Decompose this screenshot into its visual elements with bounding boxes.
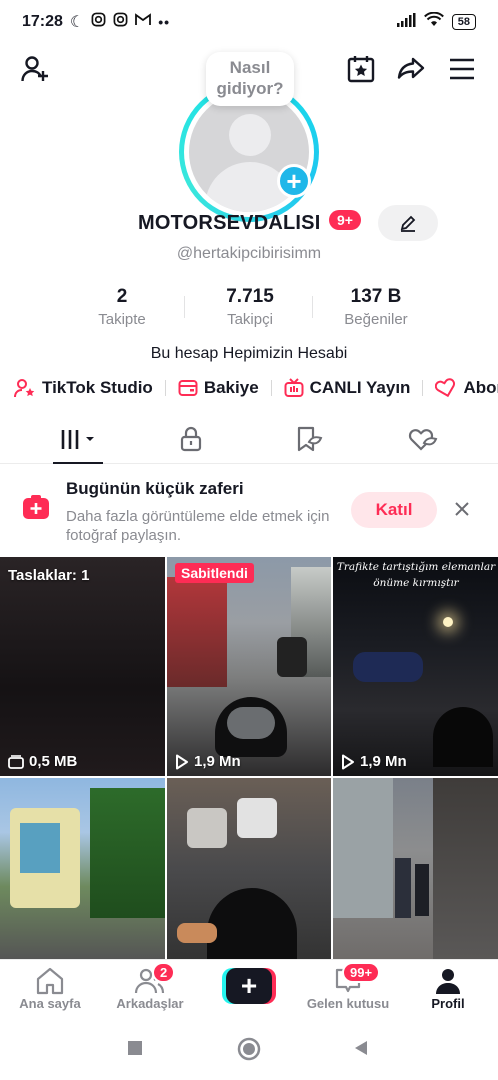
plus-icon: + xyxy=(226,968,272,1004)
system-navigation xyxy=(0,1021,498,1080)
profile-bio: Bu hesap Hepimizin Hesabi xyxy=(150,345,348,362)
pinned-video-tile[interactable]: Sabitlendi 1,9 Mn xyxy=(167,557,331,776)
nav-friends-label: Arkadaşlar xyxy=(116,996,184,1011)
back-button[interactable] xyxy=(352,1039,370,1062)
calendar-star-icon[interactable] xyxy=(344,52,378,86)
status-bar: 17:28 ☾ •• 58 xyxy=(0,0,498,44)
video-tile[interactable] xyxy=(333,778,498,959)
nav-home[interactable]: Ana sayfa xyxy=(0,966,100,1011)
circle-icon xyxy=(237,1037,261,1061)
followers-stat[interactable]: 7.715 Takipçi xyxy=(190,286,310,328)
close-icon[interactable] xyxy=(452,499,472,519)
inbox-badge: 99+ xyxy=(342,962,381,983)
live-label: CANLI Yayın xyxy=(309,378,411,397)
live-tv-icon xyxy=(284,378,304,397)
nav-friends[interactable]: 2 Arkadaşlar xyxy=(100,962,200,1011)
triangle-back-icon xyxy=(355,1041,367,1055)
liked-heart-icon xyxy=(408,429,438,451)
drafts-size: 0,5 MB xyxy=(8,753,77,770)
signal-icon xyxy=(396,12,416,32)
nav-inbox-label: Gelen kutusu xyxy=(306,996,390,1011)
share-arrow-icon[interactable] xyxy=(394,52,428,86)
video-grid: Taslaklar: 1 0,5 MB Sabitlendi 1,9 Mn Tr… xyxy=(0,557,498,959)
add-story-icon[interactable]: + xyxy=(277,164,311,198)
tab-saved[interactable] xyxy=(284,424,334,454)
add-friend-icon[interactable] xyxy=(18,52,52,86)
videos-grid-icon xyxy=(61,430,94,449)
nav-profile[interactable]: Profil xyxy=(398,966,498,1011)
subscription-label: Abon xyxy=(463,378,498,397)
home-button[interactable] xyxy=(237,1037,261,1066)
person-star-icon xyxy=(14,379,35,398)
pencil-icon xyxy=(400,215,416,232)
following-count: 2 xyxy=(116,286,128,307)
active-tab-indicator xyxy=(53,462,103,464)
profile-icon xyxy=(436,969,460,994)
create-button[interactable]: + xyxy=(222,968,276,1004)
tiktok-studio-link[interactable]: TikTok Studio xyxy=(14,378,153,398)
instagram-icon-2 xyxy=(113,12,128,32)
balance-link[interactable]: Bakiye xyxy=(178,378,259,398)
subscription-heart-icon xyxy=(435,378,456,398)
video-tile[interactable] xyxy=(0,778,165,959)
nav-home-label: Ana sayfa xyxy=(19,996,81,1011)
moon-icon: ☾ xyxy=(69,14,85,31)
balance-label: Bakiye xyxy=(203,378,259,397)
battery-indicator: 58 xyxy=(451,14,476,30)
following-label: Takipte xyxy=(98,311,146,328)
recents-button[interactable] xyxy=(126,1039,144,1062)
followers-label: Takipçi xyxy=(227,311,273,328)
clock: 17:28 xyxy=(22,13,63,30)
tab-liked[interactable] xyxy=(398,424,448,454)
profile-links-row: TikTok Studio Bakiye CANLI Yayın Abon xyxy=(14,376,498,400)
tab-videos[interactable] xyxy=(53,424,103,454)
home-icon xyxy=(36,967,64,995)
followers-count: 7.715 xyxy=(226,286,274,307)
photo-plus-icon xyxy=(23,495,49,519)
likes-count: 137 B xyxy=(350,286,402,307)
more-dots-icon: •• xyxy=(158,14,171,30)
drafts-tile[interactable]: Taslaklar: 1 0,5 MB xyxy=(0,557,165,776)
join-button[interactable]: Katıl xyxy=(351,492,437,528)
square-icon xyxy=(128,1041,142,1055)
instagram-icon xyxy=(91,12,106,32)
following-stat[interactable]: 2 Takipte xyxy=(62,286,182,328)
username: MOTORSEVDALISI xyxy=(138,212,321,234)
video-caption: Trafikte tartıştığım elemanlar önüme kır… xyxy=(336,561,496,589)
view-count: 1,9 Mn xyxy=(175,753,241,770)
subscription-link[interactable]: Abon xyxy=(435,378,498,398)
banner-description: Daha fazla görüntüleme elde etmek için f… xyxy=(66,508,330,544)
menu-icon[interactable] xyxy=(445,52,479,86)
live-link[interactable]: CANLI Yayın xyxy=(284,378,411,398)
nav-profile-label: Profil xyxy=(431,996,465,1011)
wallet-icon xyxy=(178,380,198,396)
tab-private[interactable] xyxy=(166,424,216,454)
likes-stat[interactable]: 137 B Beğeniler xyxy=(316,286,436,328)
storage-icon xyxy=(8,754,24,769)
saved-bookmark-icon xyxy=(297,426,323,452)
wifi-icon xyxy=(423,11,444,32)
tiktok-studio-label: TikTok Studio xyxy=(42,378,153,397)
edit-profile-button[interactable] xyxy=(378,205,438,241)
lock-icon xyxy=(180,426,202,452)
gmail-icon xyxy=(135,13,152,31)
user-handle: @hertakipcibirisimm xyxy=(176,245,322,262)
view-count: 1,9 Mn xyxy=(341,753,407,770)
drafts-label: Taslaklar: 1 xyxy=(8,567,90,584)
nav-inbox[interactable]: 99+ Gelen kutusu xyxy=(298,962,398,1011)
friends-badge: 2 xyxy=(152,962,176,983)
notification-badge[interactable]: 9+ xyxy=(329,210,361,230)
play-icon xyxy=(342,754,354,769)
profile-stats: 2 Takipte 7.715 Takipçi 137 B Beğeniler xyxy=(0,286,498,336)
banner-title: Bugünün küçük zaferi xyxy=(66,479,244,498)
status-bubble[interactable]: Nasıl gidiyor? xyxy=(206,52,294,106)
play-icon xyxy=(176,754,188,769)
bottom-navigation: Ana sayfa 2 Arkadaşlar + 99+ Gelen kutus… xyxy=(0,959,498,1021)
pinned-badge: Sabitlendi xyxy=(175,563,254,583)
video-tile[interactable]: Trafikte tartıştığım elemanlar önüme kır… xyxy=(333,557,498,776)
photo-challenge-banner: Bugünün küçük zaferi Daha fazla görüntül… xyxy=(0,465,498,557)
video-tile[interactable] xyxy=(167,778,331,959)
likes-label: Beğeniler xyxy=(344,311,408,328)
profile-tabs xyxy=(0,416,498,464)
